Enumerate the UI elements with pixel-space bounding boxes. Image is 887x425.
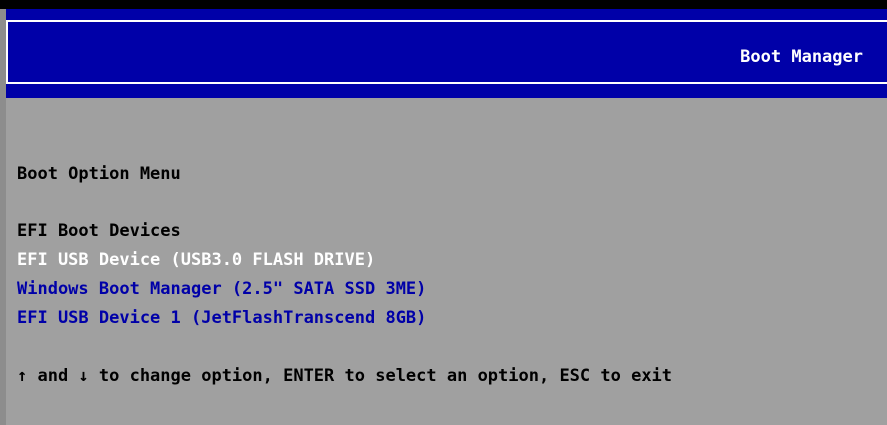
boot-option-usb-flash-drive[interactable]: EFI USB Device (USB3.0 FLASH DRIVE): [17, 248, 375, 272]
menu-title: Boot Option Menu: [17, 164, 181, 184]
help-text: ↑ and ↓ to change option, ENTER to selec…: [17, 366, 673, 386]
top-border: [0, 0, 887, 9]
page-title: Boot Manager: [740, 47, 863, 67]
boot-option-usb-device-1[interactable]: EFI USB Device 1 (JetFlashTranscend 8GB): [17, 306, 426, 330]
section-label: EFI Boot Devices: [17, 221, 181, 241]
boot-option-windows-boot-manager[interactable]: Windows Boot Manager (2.5" SATA SSD 3ME): [17, 277, 426, 301]
bios-screen: { "header": { "title": "Boot Manager" },…: [0, 0, 887, 425]
